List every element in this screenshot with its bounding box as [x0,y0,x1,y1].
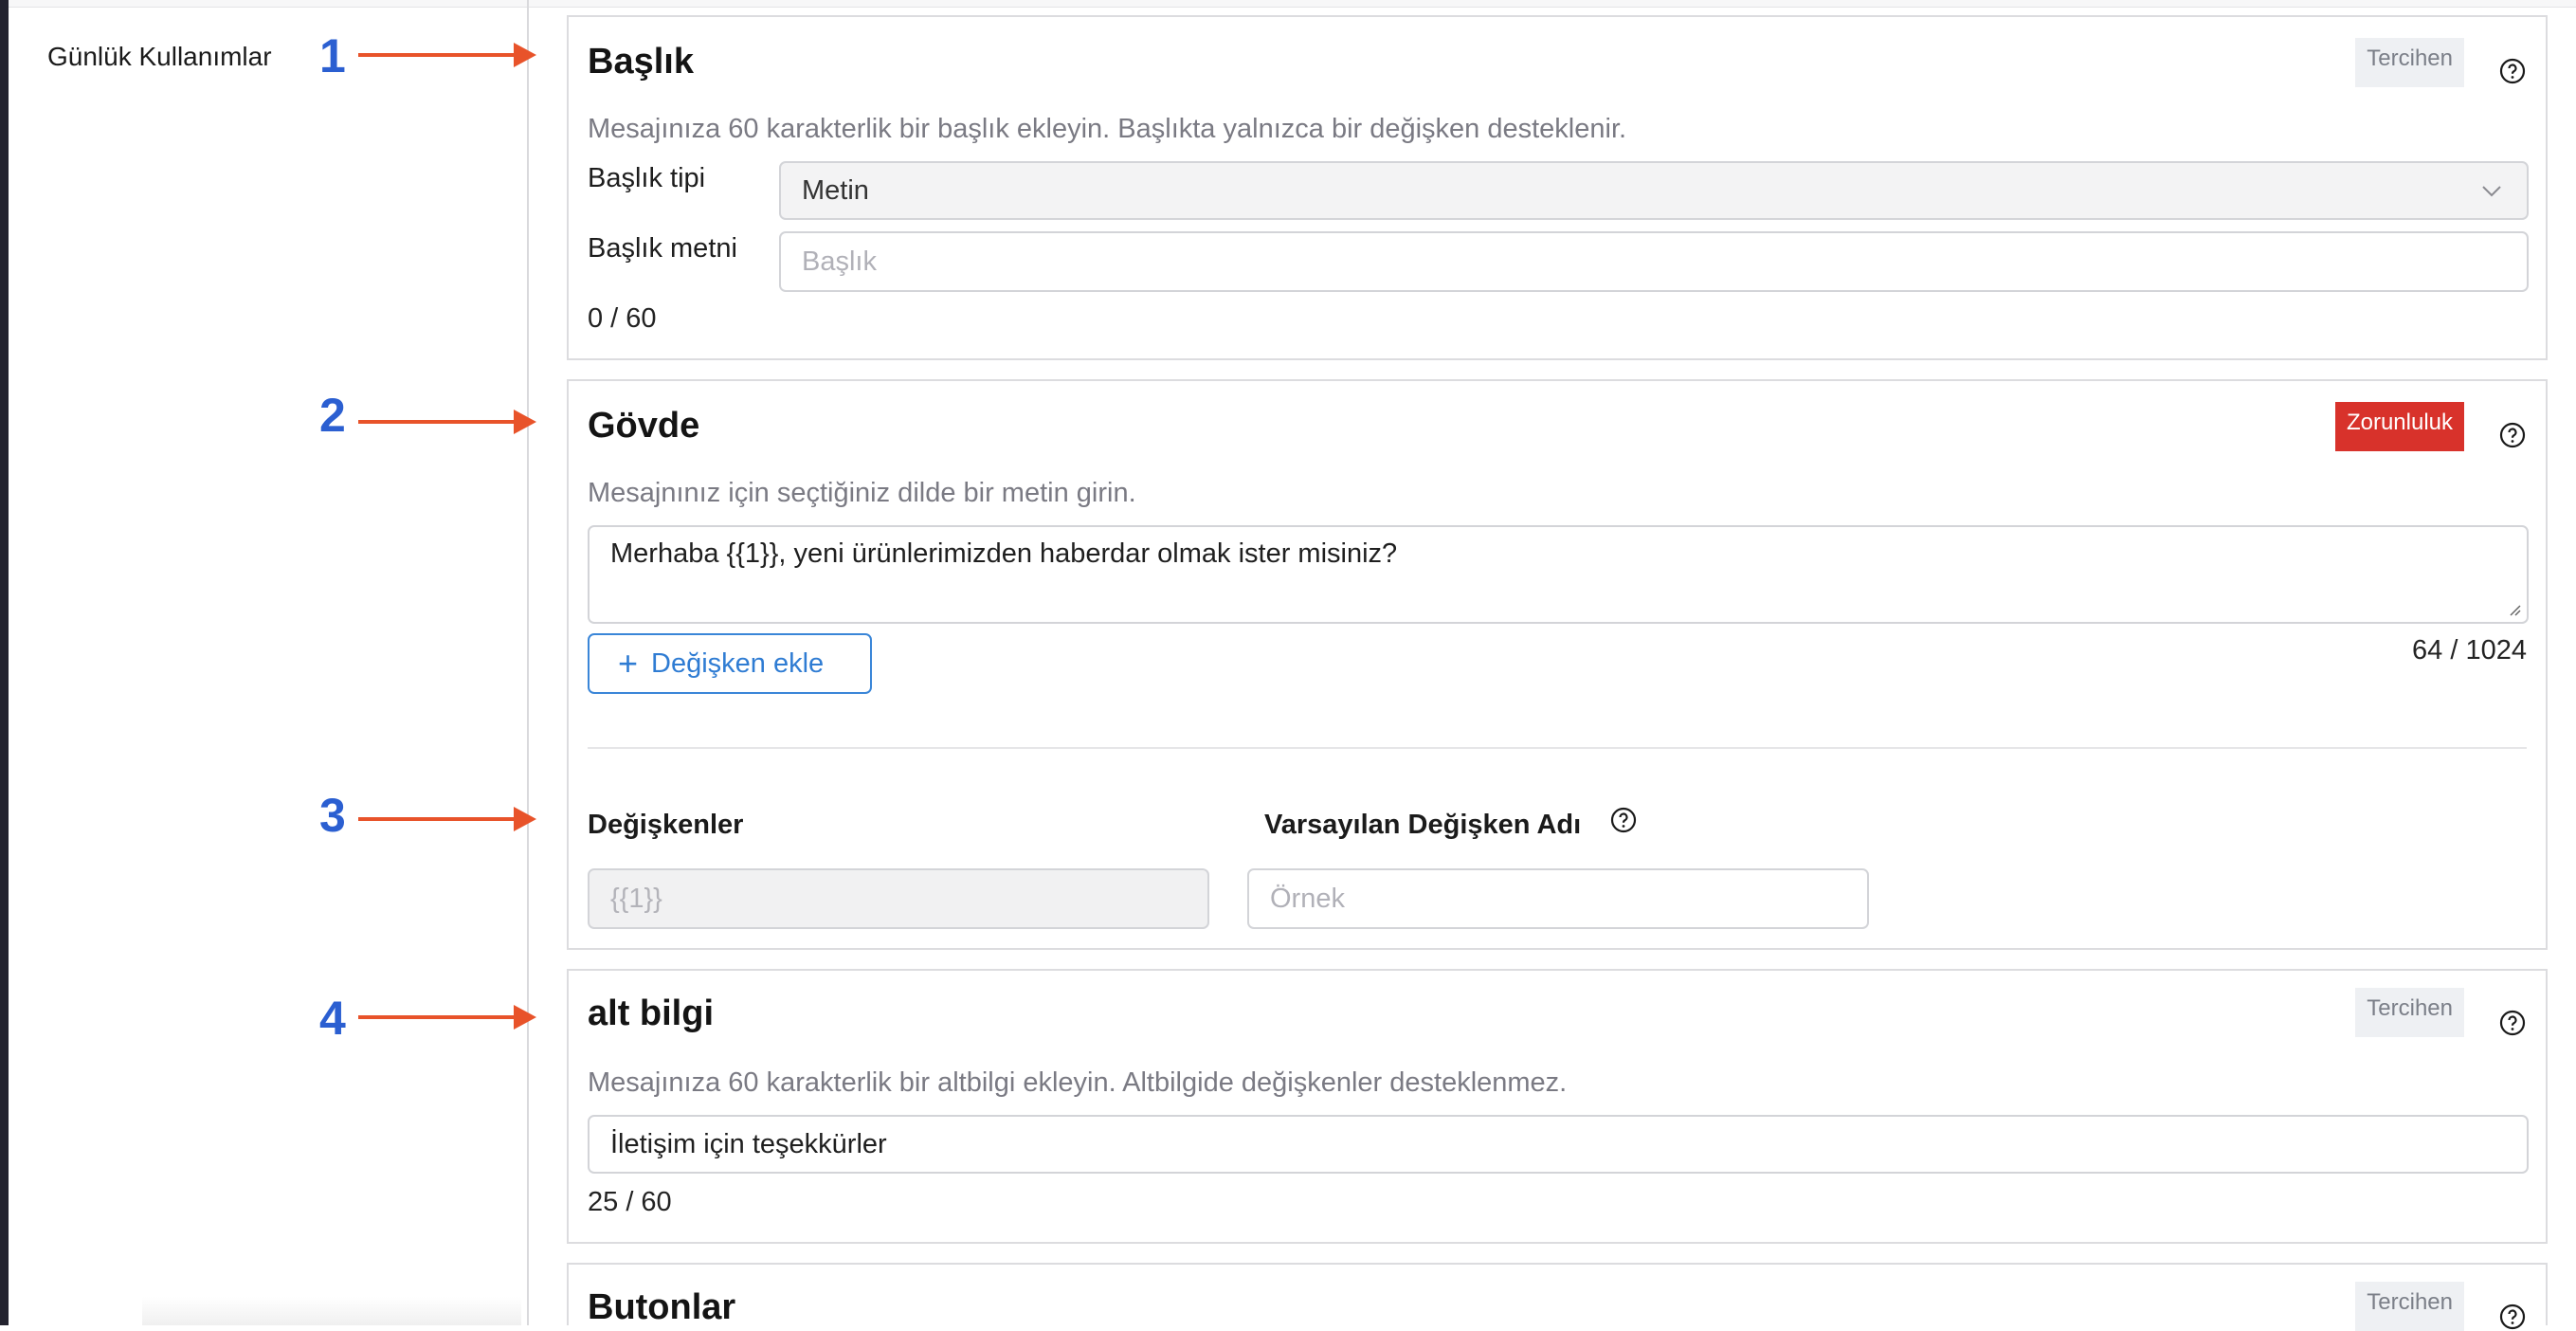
header-section-description: Mesajınıza 60 karakterlik bir başlık ekl… [588,114,1627,144]
help-circle-icon[interactable] [2498,57,2527,85]
header-section-card: Başlık Tercihen Mesajınıza 60 karakterli… [567,15,2548,360]
arrow-right-icon [358,1005,536,1030]
footer-section-title: alt bilgi [588,994,714,1033]
chevron-down-icon [2482,186,2501,197]
help-circle-icon[interactable] [2498,421,2527,449]
top-edge [9,0,2576,8]
body-section-title: Gövde [588,406,700,446]
add-variable-label: Değişken ekle [651,647,825,679]
buttons-section-card: Butonlar Tercihen [567,1263,2548,1331]
header-type-select[interactable]: Metin [779,161,2529,220]
body-text-area[interactable]: Merhaba {{1}}, yeni ürünlerimizden haber… [588,525,2529,624]
marker-number-2: 2 [319,389,346,442]
marker-number-3: 3 [319,789,346,842]
arrow-right-icon [358,43,536,67]
footer-text-value: İletişim için teşekkürler [610,1128,887,1159]
header-type-value: Metin [802,174,869,206]
add-variable-button[interactable]: + Değişken ekle [588,633,872,694]
help-circle-icon[interactable] [2498,1009,2527,1037]
bottom-shadow [142,1297,521,1325]
default-name-input[interactable]: Örnek [1247,868,1869,929]
optional-badge: Tercihen [2355,38,2464,87]
left-edge-bar [0,0,9,1325]
footer-section-description: Mesajınıza 60 karakterlik bir altbilgi e… [588,1067,1568,1098]
marker-number-4: 4 [319,992,346,1045]
footer-char-counter: 25 / 60 [588,1187,672,1217]
footer-section-card: alt bilgi Tercihen Mesajınıza 60 karakte… [567,969,2548,1244]
buttons-section-title: Butonlar [588,1287,736,1327]
body-text-value: Merhaba {{1}}, yeni ürünlerimizden haber… [610,538,1398,569]
default-name-placeholder: Örnek [1270,883,1345,914]
header-type-label: Başlık tipi [588,163,706,193]
required-badge: Zorunluluk [2334,402,2464,451]
arrow-right-icon [358,410,536,434]
variable-value: {{1}} [610,883,662,914]
help-circle-icon[interactable] [2498,1303,2527,1331]
footer-text-input[interactable]: İletişim için teşekkürler [588,1115,2529,1174]
body-section-card: Gövde Zorunluluk Mesajnınız için seçtiği… [567,379,2548,950]
marker-number-1: 1 [319,29,346,82]
arrow-right-icon [358,807,536,831]
plus-icon: + [618,644,639,683]
header-text-placeholder: Başlık [802,246,877,277]
default-name-heading: Varsayılan Değişken Adı [1264,810,1582,840]
optional-badge: Tercihen [2355,988,2464,1037]
variable-field: {{1}} [588,868,1209,929]
column-divider [527,0,529,1325]
header-char-counter: 0 / 60 [588,303,657,334]
resize-handle-icon[interactable] [2506,601,2521,616]
header-section-title: Başlık [588,42,694,82]
help-circle-icon[interactable] [1609,806,1638,834]
body-section-separator [588,747,2527,749]
sidebar-title: Günlük Kullanımlar [47,42,272,71]
header-text-label: Başlık metni [588,233,737,264]
body-section-description: Mesajnınız için seçtiğiniz dilde bir met… [588,478,1136,508]
variables-heading: Değişkenler [588,810,744,840]
body-char-counter: 64 / 1024 [2412,635,2527,666]
optional-badge: Tercihen [2355,1282,2464,1331]
header-text-input[interactable]: Başlık [779,231,2529,292]
